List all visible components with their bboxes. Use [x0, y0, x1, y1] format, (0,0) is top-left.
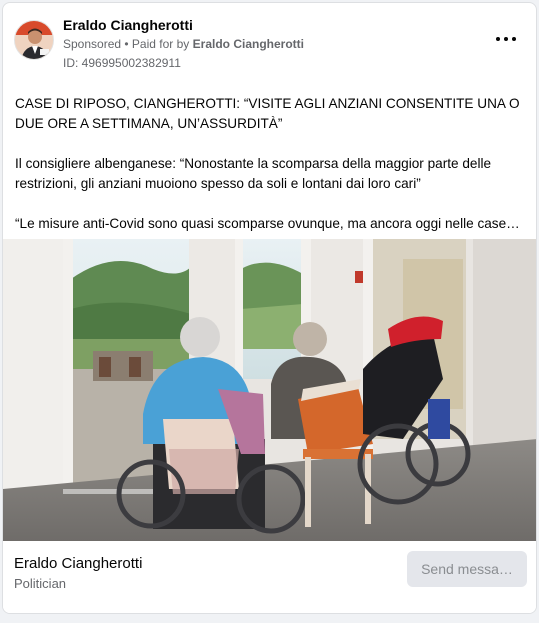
post-paragraph-truncated[interactable]: “Le misure anti-Covid sono quasi scompar… — [15, 214, 530, 234]
send-message-button[interactable]: Send messa… — [407, 551, 527, 587]
sponsored-label: Sponsored — [63, 37, 122, 51]
post-footer: Eraldo Ciangherotti Politician Send mess… — [3, 541, 536, 613]
paid-for-prefix: • Paid for by — [124, 37, 190, 51]
avatar-image — [15, 21, 53, 59]
author-avatar[interactable] — [14, 20, 54, 60]
nursing-home-photo — [3, 239, 536, 541]
sponsored-line: Sponsored • Paid for by Eraldo Cianghero… — [63, 37, 304, 51]
post-paragraph-subtitle: Il consigliere albenganese: “Nonostante … — [15, 156, 492, 191]
post-paragraph-headline: CASE DI RIPOSO, CIANGHEROTTI: “VISITE AG… — [15, 96, 520, 131]
sponsored-post-card: Eraldo Ciangherotti Sponsored • Paid for… — [2, 2, 537, 614]
more-options-icon[interactable] — [496, 32, 516, 46]
author-name[interactable]: Eraldo Ciangherotti — [63, 17, 193, 33]
ad-id: ID: 496995002382911 — [63, 56, 181, 70]
page-category: Politician — [14, 576, 67, 591]
post-text: CASE DI RIPOSO, CIANGHEROTTI: “VISITE AG… — [15, 94, 530, 254]
post-header: Eraldo Ciangherotti Sponsored • Paid for… — [13, 14, 526, 74]
page-name[interactable]: Eraldo Ciangherotti — [14, 555, 142, 572]
paid-for-by-name[interactable]: Eraldo Ciangherotti — [193, 37, 304, 51]
post-image[interactable] — [3, 239, 536, 541]
